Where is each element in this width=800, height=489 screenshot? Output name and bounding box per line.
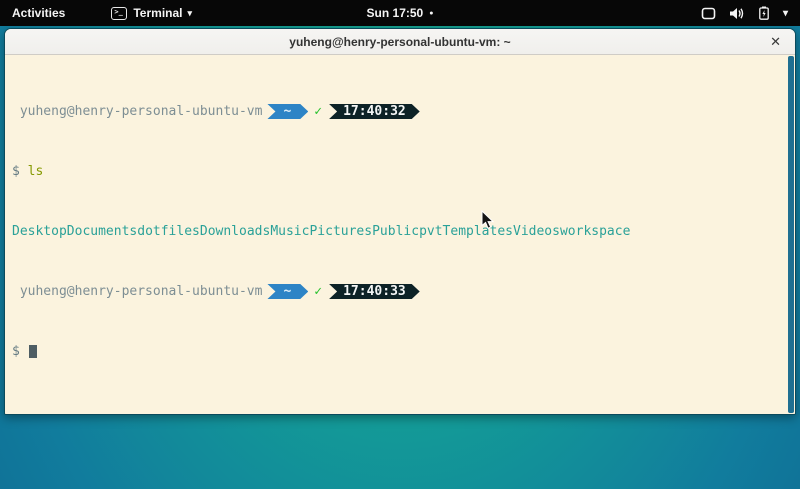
window-titlebar[interactable]: yuheng@henry-personal-ubuntu-vm: ~ ✕ [5,29,795,55]
terminal-window: yuheng@henry-personal-ubuntu-vm: ~ ✕ yuh… [4,28,796,415]
powerline-time-segment: 17:40:32 [329,104,420,119]
system-status-area[interactable]: ▾ [701,0,800,26]
input-line[interactable]: $ [12,344,795,359]
prompt-symbol: $ [12,344,20,359]
terminal-content[interactable]: yuheng@henry-personal-ubuntu-vm ~ ✓ 17:4… [5,56,795,414]
command-line: $ ls [12,164,795,179]
status-check-icon: ✓ [314,104,322,119]
window-title: yuheng@henry-personal-ubuntu-vm: ~ [289,35,510,49]
scrollbar[interactable] [788,56,794,413]
volume-icon [729,7,745,20]
notification-dot-icon: ● [429,10,433,17]
dir-entry: Templates [443,224,513,239]
activities-button[interactable]: Activities [0,0,77,26]
app-menu-terminal[interactable]: >_ Terminal ▾ [105,0,198,26]
chevron-down-icon: ▾ [783,8,788,19]
powerline-time-segment: 17:40:33 [329,284,420,299]
dir-entry: Desktop [12,224,67,239]
gnome-top-bar: Activities >_ Terminal ▾ Sun 17:50 ● ▾ [0,0,800,26]
close-icon[interactable]: ✕ [770,29,781,54]
dir-entry: Videos [513,224,560,239]
powerline-cwd-segment: ~ [267,104,308,119]
powerline-cwd-segment: ~ [267,284,308,299]
ls-output-line: Desktop Documents dotfiles Downloads Mus… [12,224,795,239]
clock[interactable]: Sun 17:50 [367,6,424,20]
prompt-user-host: yuheng@henry-personal-ubuntu-vm [12,104,262,119]
dir-entry: Pictures [309,224,372,239]
app-menu-label: Terminal [133,6,182,20]
dir-entry: workspace [560,224,630,239]
terminal-app-icon: >_ [111,7,127,20]
dir-entry: Downloads [200,224,270,239]
status-check-icon: ✓ [314,284,322,299]
terminal-block-cursor [29,345,37,358]
prompt-user-host: yuheng@henry-personal-ubuntu-vm [12,284,262,299]
chevron-down-icon: ▾ [187,8,192,19]
prompt-line-1: yuheng@henry-personal-ubuntu-vm ~ ✓ 17:4… [12,104,795,119]
dir-entry: Documents [67,224,137,239]
dir-entry: dotfiles [137,224,200,239]
screen-share-icon [701,7,716,20]
battery-charging-icon [758,6,770,20]
dir-entry: Music [270,224,309,239]
mouse-cursor-icon [481,210,495,230]
dir-entry: Public [372,224,419,239]
prompt-symbol: $ [12,164,20,179]
prompt-line-2: yuheng@henry-personal-ubuntu-vm ~ ✓ 17:4… [12,284,795,299]
dir-entry: pvt [419,224,442,239]
typed-command: ls [28,164,44,179]
